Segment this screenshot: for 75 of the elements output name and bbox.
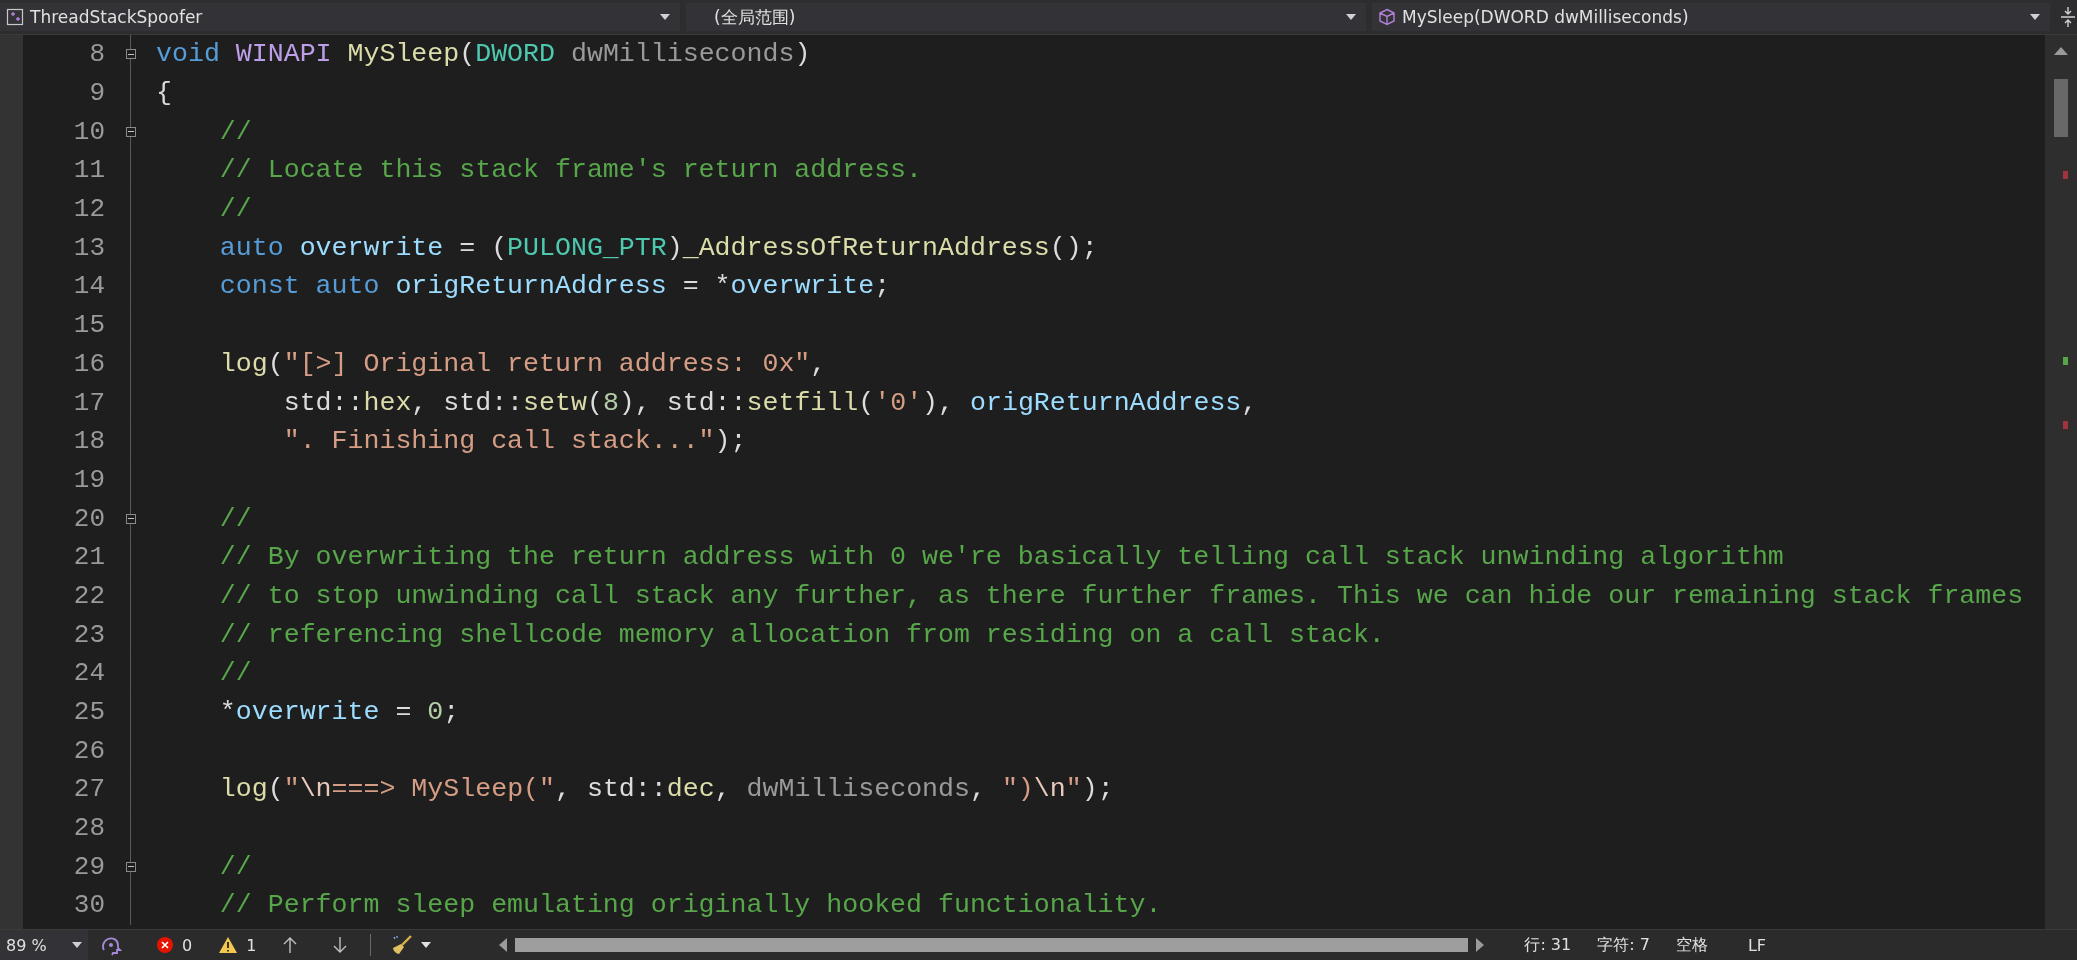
line-number: 29 [72,851,105,882]
line-number: 18 [72,426,105,457]
code-line: // [218,658,252,689]
error-icon[interactable] [156,936,174,954]
code-line: *overwrite = 0; [218,697,460,728]
line-number: 14 [72,271,105,302]
line-number: 30 [72,890,105,921]
scroll-right-icon[interactable] [1476,938,1485,952]
line-number: 22 [72,580,105,611]
project-icon [6,8,24,26]
caret-icon[interactable] [421,942,432,948]
scroll-up-icon[interactable] [2054,47,2068,55]
line-number: 27 [72,774,105,805]
caret-icon [1346,14,1356,20]
code-line: // By overwriting the return address with 0 we're basically telling call stack unwinding algorithm [218,542,1784,573]
line-number: 8 [88,39,105,70]
line-number: 13 [72,232,105,263]
code-line: // [218,116,252,147]
code-line: // to stop unwinding call stack any further, as there further frames. This we can hide our remaining stack frames [218,580,2024,611]
warning-count[interactable]: 1 [246,935,257,955]
collapse-toggle[interactable] [125,126,136,137]
code-line: { [156,78,172,109]
code-line: const auto origReturnAddress = *overwrite; [218,271,891,302]
line-number: 16 [72,348,105,379]
code-line: log("[>] Original return address: 0x", [218,348,827,379]
line-number: 15 [72,310,105,341]
vertical-scrollbar[interactable] [2045,35,2077,929]
error-count[interactable]: 0 [182,935,193,955]
arrow-up-icon[interactable] [282,936,299,954]
caret-icon [72,942,82,948]
column-indicator[interactable]: 字符: 7 [1597,934,1650,956]
line-number: 21 [72,542,105,573]
line-number: 10 [72,116,105,147]
code-line: // [218,503,252,534]
code-line: // Perform sleep emulating originally hooked functionality. [218,890,1162,921]
line-number: 19 [72,464,105,495]
line-number: 25 [72,697,105,728]
split-icon[interactable] [2060,6,2076,28]
code-line: void WINAPI MySleep(DWORD dwMilliseconds) [156,39,811,70]
code-line: log("\n===> MySleep(", std::dec, dwMilliseconds, ")\n"); [218,774,1114,805]
code-line: // [218,851,252,882]
arrow-down-icon[interactable] [332,936,349,954]
code-line: // [218,194,252,225]
line-number: 11 [72,155,105,186]
line-number: 28 [72,813,105,844]
line-ending-indicator[interactable]: LF [1747,935,1766,955]
line-number: 26 [72,735,105,766]
collapse-toggle[interactable] [125,861,136,872]
brush-icon[interactable] [391,934,414,956]
code-line: ". Finishing call stack..."); [282,426,747,457]
line-number: 24 [72,658,105,689]
indent-indicator[interactable]: 空格 [1675,934,1708,956]
caret-icon [660,14,670,20]
line-indicator[interactable]: 行: 31 [1524,934,1572,956]
collapse-toggle[interactable] [125,49,136,60]
line-number: 23 [72,619,105,650]
line-number: 12 [72,194,105,225]
warning-icon[interactable] [218,936,239,954]
collapse-toggle[interactable] [125,513,136,524]
line-number: 20 [72,503,105,534]
scope-dropdown[interactable]: (全局范围) [686,3,1366,31]
scroll-left-icon[interactable] [499,938,508,952]
line-number: 9 [88,78,105,109]
zoom-dropdown[interactable]: 89 % [0,930,88,960]
member-dropdown[interactable]: MySleep(DWORD dwMilliseconds) [1372,3,2050,31]
caret-icon [2030,14,2040,20]
assistant-icon[interactable] [100,934,122,956]
code-line: std::hex, std::setw(8), std::setfill('0'), origReturnAddress, [282,387,1258,418]
cube-icon [1378,8,1396,26]
project-dropdown[interactable]: ThreadStackSpoofer [0,3,680,31]
code-line: // referencing shellcode memory allocation from residing on a call stack. [218,619,1385,650]
scrollbar-thumb[interactable] [2054,79,2068,137]
code-line: auto overwrite = (PULONG_PTR)_AddressOfReturnAddress(); [218,232,1098,263]
code-line: // Locate this stack frame's return address. [218,155,923,186]
line-number: 17 [72,387,105,418]
